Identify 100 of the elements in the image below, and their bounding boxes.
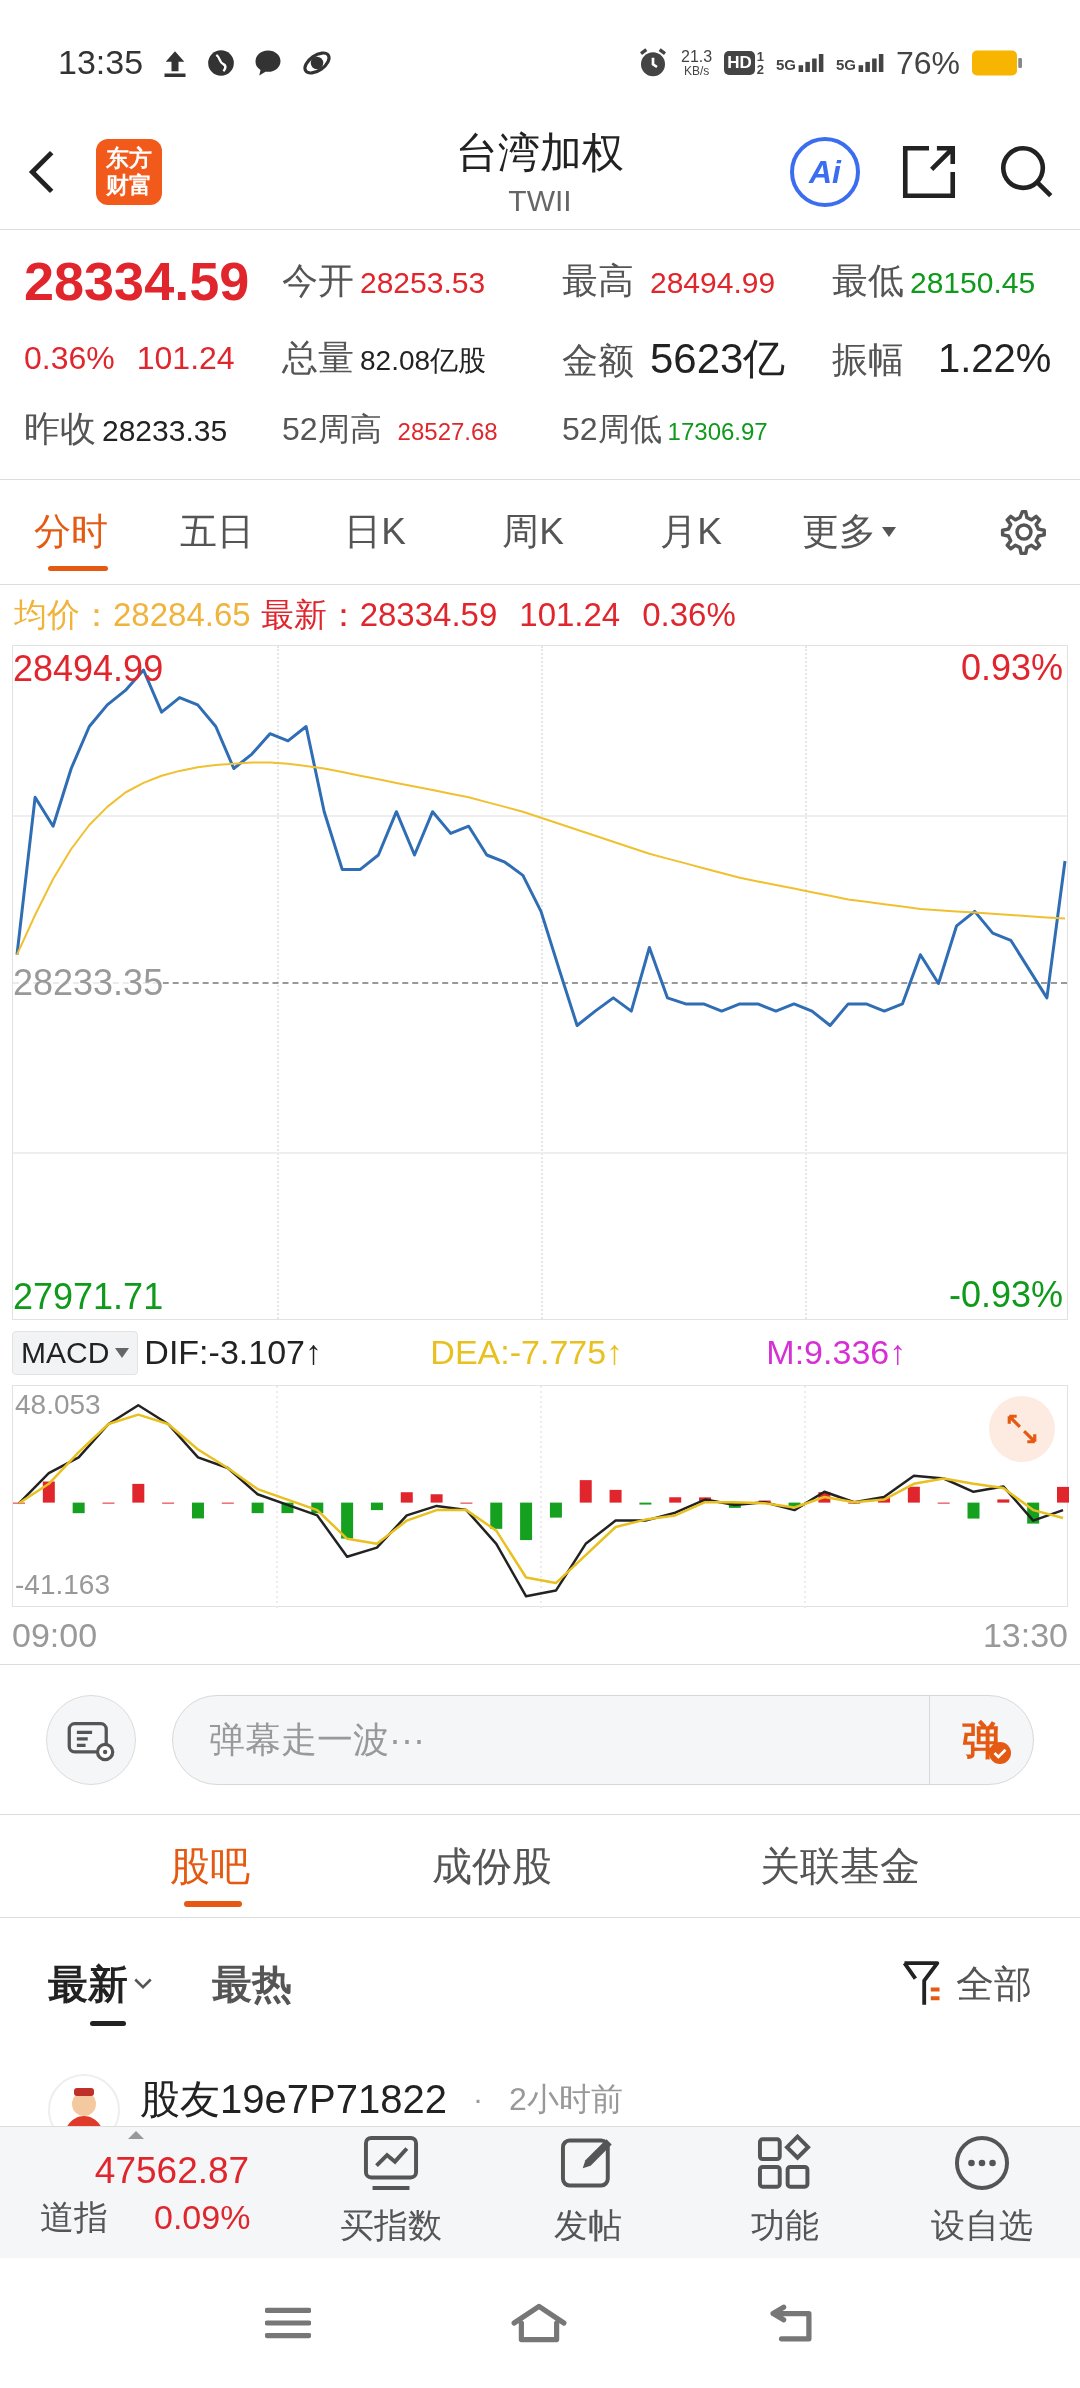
stat-label: 总量 — [282, 336, 354, 380]
page-title: 台湾加权 — [456, 128, 624, 178]
stat-label: 52周低 — [562, 410, 662, 449]
share-icon[interactable] — [900, 143, 958, 201]
globe-icon — [207, 48, 236, 77]
chart-icon — [361, 2134, 420, 2192]
axis-label: 48.053 — [15, 1388, 101, 1422]
histogram-bar — [370, 1502, 383, 1511]
speed-unit: KB/s — [683, 64, 710, 77]
stat-value: 17306.97 — [667, 417, 768, 447]
toolbar-button[interactable]: 功能 — [686, 2127, 883, 2258]
network-speed: 21.3 — [681, 48, 713, 65]
average-price: 28284.65 — [113, 595, 251, 636]
change-percent: 0.36% — [24, 339, 115, 378]
sim-number: 2 — [756, 62, 764, 76]
histogram-bar — [669, 1497, 682, 1503]
alarm-icon — [637, 46, 669, 79]
histogram-bar — [907, 1486, 920, 1503]
toolbar-button[interactable]: 买指数 — [292, 2127, 489, 2258]
index-code: TWII — [508, 183, 572, 219]
dea-value: DEA:-7.775↑ — [430, 1332, 625, 1373]
logo-text: 财富 — [106, 172, 152, 199]
change-value: 101.24 — [136, 339, 235, 378]
stat-label: 最高 — [562, 259, 634, 303]
section-tab[interactable]: 成份股 — [420, 1815, 750, 1917]
histogram-bar — [132, 1483, 145, 1503]
histogram-bar — [1057, 1486, 1069, 1503]
filter-icon — [902, 1961, 942, 2007]
period-tab[interactable]: 五日 — [138, 479, 296, 585]
stat-value: 28233.35 — [102, 413, 228, 449]
stat-value: 5623亿 — [650, 333, 786, 384]
period-tab[interactable]: 更多 — [770, 479, 928, 585]
tab-underline — [90, 2021, 126, 2026]
sim-number: 1 — [756, 49, 764, 63]
axis-label: -0.93% — [948, 1273, 1063, 1317]
histogram-bar — [281, 1502, 294, 1514]
filter-button[interactable]: 全部 — [902, 1955, 1032, 2013]
stat-label: 金额 — [562, 338, 634, 383]
stat-value: 28494.99 — [650, 265, 776, 301]
dif-value: DIF:-3.107↑ — [144, 1332, 323, 1373]
expand-icon — [1005, 1412, 1039, 1446]
stat-value: 28150.45 — [910, 265, 1036, 301]
more-icon — [952, 2134, 1011, 2192]
stat-label: 52周高 — [282, 410, 382, 449]
time-label: 09:00 — [12, 1615, 98, 1656]
current-price: 28334.59 — [24, 249, 251, 313]
sort-tab[interactable]: 最热 — [212, 1918, 292, 2050]
histogram-bar — [520, 1502, 533, 1541]
indicator-dropdown[interactable]: MACD — [12, 1330, 139, 1375]
histogram-bar — [72, 1502, 85, 1514]
toolbar-button[interactable]: 发帖 — [489, 2127, 686, 2258]
latest-label: 最新： — [260, 595, 360, 636]
section-tab[interactable]: 关联基金 — [750, 1815, 1080, 1917]
period-tab[interactable]: 分时 — [20, 479, 138, 585]
sort-tab[interactable]: 最新 — [48, 1918, 152, 2050]
tab-underline — [184, 1901, 242, 1907]
home-icon[interactable] — [511, 2302, 567, 2344]
stat-value: 82.08亿股 — [360, 344, 487, 378]
toolbar-button[interactable]: 设自选 — [883, 2127, 1080, 2258]
histogram-bar — [818, 1492, 831, 1503]
hd-badge: HD — [724, 50, 755, 75]
period-tab[interactable]: 月K — [612, 479, 770, 585]
battery-percent: 76% — [895, 43, 960, 83]
axis-label: 0.93% — [960, 646, 1063, 690]
network-type: 5G — [835, 56, 856, 72]
histogram-bar — [191, 1502, 204, 1519]
caret-icon — [128, 2131, 144, 2139]
danmu-input[interactable]: 弹幕走一波··· — [173, 1695, 929, 1784]
period-tab[interactable]: 周K — [454, 479, 612, 585]
histogram-bar — [549, 1502, 562, 1518]
time-label: 13:30 — [982, 1615, 1068, 1656]
menu-icon[interactable] — [265, 2306, 311, 2340]
tab-underline — [48, 565, 108, 571]
index-ticker[interactable]: 47562.87 道指 0.09% — [0, 2127, 292, 2258]
battery-icon — [972, 48, 1022, 77]
histogram-bar — [490, 1502, 503, 1529]
histogram-bar — [699, 1497, 712, 1503]
histogram-bar — [609, 1489, 622, 1503]
username[interactable]: 股友19e7P71822 — [140, 2074, 447, 2124]
histogram-bar — [341, 1502, 354, 1539]
apps-icon — [755, 2134, 814, 2192]
period-tab[interactable]: 日K — [296, 479, 454, 585]
latest-change: 101.24 — [519, 595, 621, 636]
histogram-bar — [400, 1492, 413, 1503]
stat-value: 1.22% — [938, 335, 1052, 382]
status-time: 13:35 — [58, 42, 144, 83]
histogram-bar — [728, 1502, 741, 1508]
network-type: 5G — [775, 56, 796, 72]
axis-label: -41.163 — [15, 1568, 110, 1602]
m-value: M:9.336↑ — [766, 1332, 907, 1373]
signal-icon — [797, 53, 824, 72]
stat-value: 28253.53 — [360, 265, 486, 301]
ai-button[interactable]: Ai — [790, 137, 860, 207]
signal-icon — [857, 53, 884, 72]
stat-label: 振幅 — [832, 338, 904, 382]
caret-icon — [882, 527, 896, 537]
histogram-bar — [311, 1502, 324, 1514]
latest-change-percent: 0.36% — [642, 595, 736, 636]
section-tab[interactable]: 股吧 — [0, 1815, 420, 1917]
histogram-bar — [878, 1497, 891, 1503]
